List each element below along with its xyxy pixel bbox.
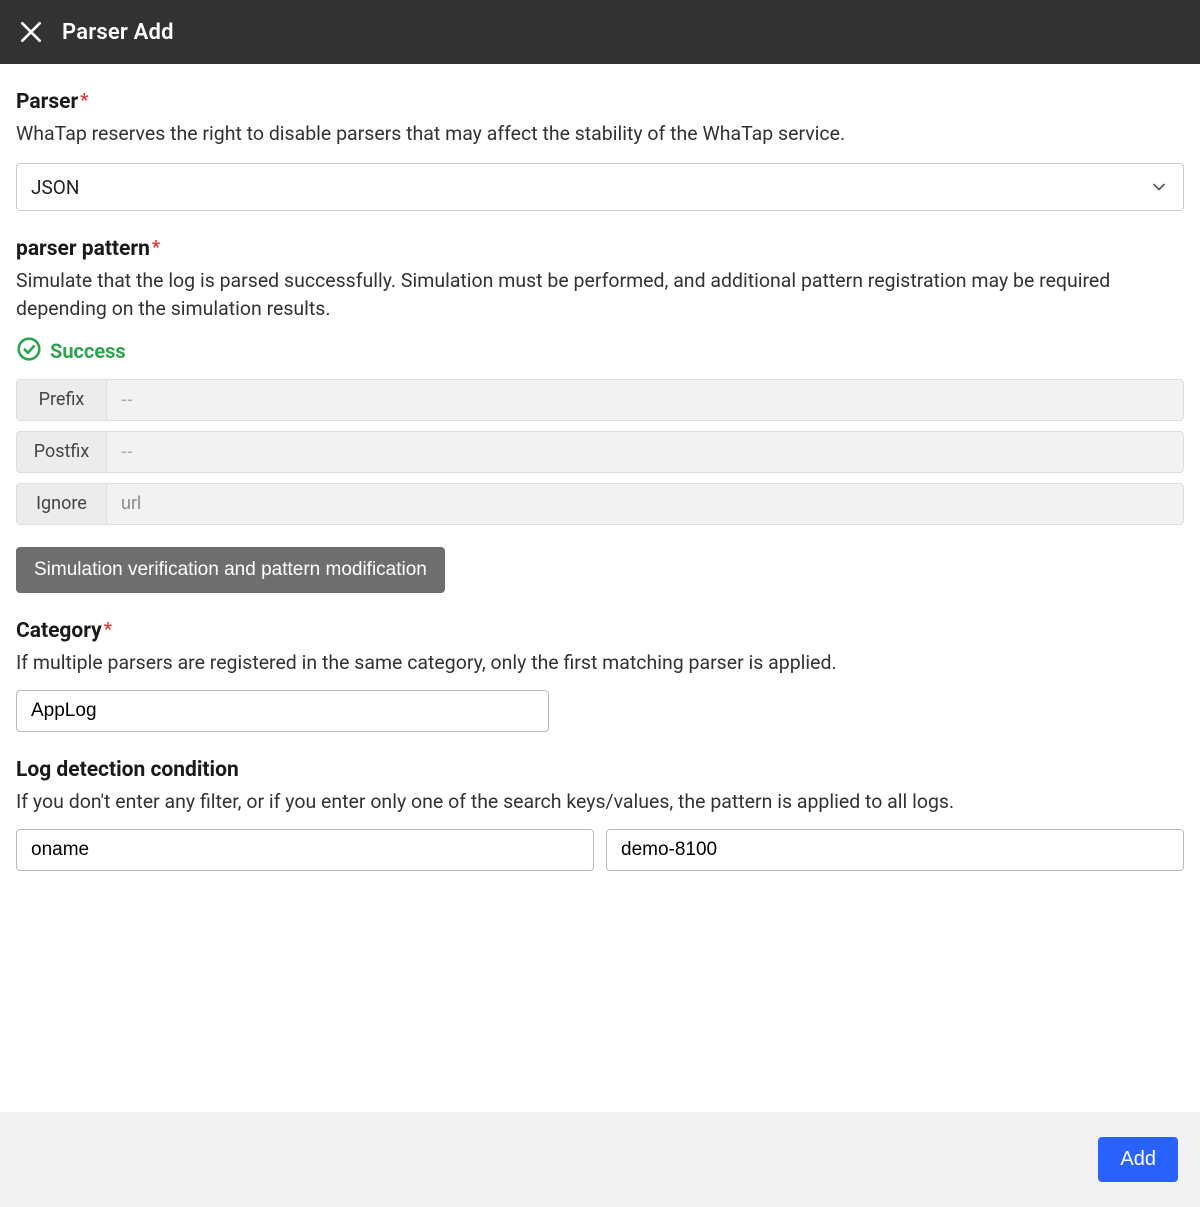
parser-desc: WhaTap reserves the right to disable par… bbox=[16, 120, 1184, 147]
parser-select[interactable]: JSON bbox=[16, 163, 1184, 211]
status-success: Success bbox=[16, 336, 1184, 367]
detection-desc: If you don't enter any filter, or if you… bbox=[16, 788, 1184, 815]
close-icon[interactable] bbox=[18, 19, 44, 45]
postfix-row: Postfix bbox=[16, 431, 1184, 473]
category-input[interactable] bbox=[16, 690, 549, 732]
postfix-label: Postfix bbox=[17, 432, 107, 472]
parser-select-value: JSON bbox=[31, 176, 79, 199]
category-label: Category bbox=[16, 619, 102, 643]
detection-label: Log detection condition bbox=[16, 758, 239, 782]
required-mark: * bbox=[152, 237, 160, 258]
parser-label: Parser bbox=[16, 90, 78, 114]
ignore-input[interactable] bbox=[107, 484, 1183, 524]
pattern-desc: Simulate that the log is parsed successf… bbox=[16, 267, 1184, 322]
modal-title: Parser Add bbox=[62, 20, 174, 45]
prefix-row: Prefix bbox=[16, 379, 1184, 421]
required-mark: * bbox=[104, 619, 112, 640]
check-circle-icon bbox=[16, 336, 42, 367]
ignore-label: Ignore bbox=[17, 484, 107, 524]
ignore-row: Ignore bbox=[16, 483, 1184, 525]
category-desc: If multiple parsers are registered in th… bbox=[16, 649, 1184, 676]
chevron-down-icon bbox=[1149, 177, 1169, 197]
postfix-input[interactable] bbox=[107, 432, 1183, 472]
prefix-label: Prefix bbox=[17, 380, 107, 420]
detection-key-input[interactable] bbox=[16, 829, 594, 871]
simulation-button[interactable]: Simulation verification and pattern modi… bbox=[16, 547, 445, 593]
detection-value-input[interactable] bbox=[606, 829, 1184, 871]
status-text: Success bbox=[50, 339, 126, 363]
pattern-label: parser pattern bbox=[16, 237, 150, 261]
prefix-input[interactable] bbox=[107, 380, 1183, 420]
required-mark: * bbox=[80, 90, 88, 111]
add-button[interactable]: Add bbox=[1098, 1137, 1178, 1182]
footer: Add bbox=[0, 1112, 1200, 1207]
